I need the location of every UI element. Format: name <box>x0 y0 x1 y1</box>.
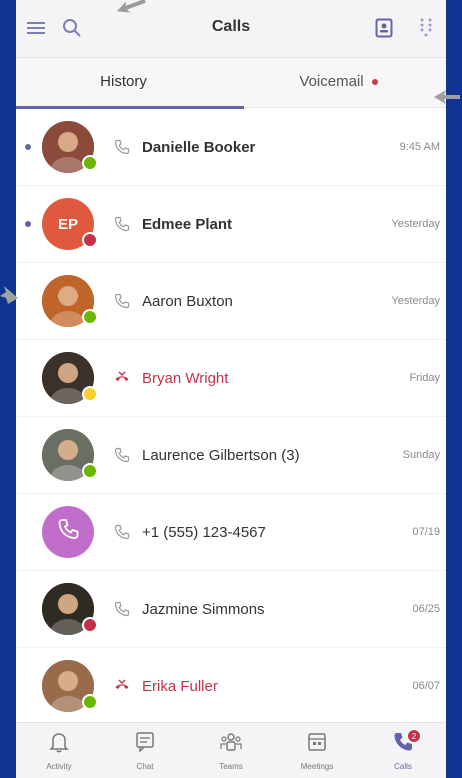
notification-badge: 2 <box>407 729 421 743</box>
voicemail-unread-dot <box>371 79 378 86</box>
avatar-initials-text: EP <box>57 215 78 233</box>
call-timestamp: Yesterday <box>391 295 440 307</box>
nav-label: Activity <box>46 761 72 771</box>
calls-screen: Calls History Voicemail Danielle Booker 9… <box>16 0 446 778</box>
call-icon <box>112 214 132 234</box>
nav-label: Chat <box>136 761 154 771</box>
presence-available-indicator <box>82 694 98 710</box>
nav-activity[interactable]: Activity <box>16 723 102 778</box>
nav-meetings[interactable]: Meetings <box>274 723 360 778</box>
missed-call-icon <box>112 368 132 388</box>
contact-name: Laurence Gilbertson (3) <box>142 446 300 464</box>
call-history-row[interactable]: Bryan Wright Friday <box>16 340 446 417</box>
tab-history-label: History <box>100 73 147 90</box>
call-timestamp: Yesterday <box>391 218 440 230</box>
call-icon <box>112 522 132 542</box>
call-icon <box>112 445 132 465</box>
contact-name: Bryan Wright <box>142 369 229 387</box>
call-history-row[interactable]: Erika Fuller 06/07 <box>16 648 446 725</box>
call-timestamp: 06/25 <box>412 603 440 615</box>
call-timestamp: 06/07 <box>412 680 440 692</box>
call-timestamp: Friday <box>409 372 440 384</box>
bottom-navigation: Activity Chat Teams Meetings 2 Calls <box>16 722 446 778</box>
contact-card-icon[interactable] <box>370 14 398 42</box>
contact-name: Jazmine Simmons <box>142 600 265 618</box>
presence-available-indicator <box>82 309 98 325</box>
presence-busy-indicator <box>82 232 98 248</box>
contact-name: +1 (555) 123-4567 <box>142 523 266 541</box>
call-timestamp: 07/19 <box>412 526 440 538</box>
teams-icon <box>219 731 243 758</box>
call-history-list: Danielle Booker 9:45 AM EP Edmee Plant Yeste… <box>16 109 446 725</box>
phone-avatar-icon <box>55 517 81 548</box>
annotation-arrow-icon <box>434 90 460 104</box>
call-history-row[interactable]: Laurence Gilbertson (3) Sunday <box>16 417 446 494</box>
contact-name: Aaron Buxton <box>142 292 233 310</box>
presence-busy-indicator <box>82 617 98 633</box>
phone-number-avatar[interactable] <box>42 506 94 558</box>
contact-name: Edmee Plant <box>142 215 233 233</box>
chat-icon <box>135 731 155 758</box>
presence-available-indicator <box>82 155 98 171</box>
unread-indicator <box>25 221 31 227</box>
missed-call-icon <box>112 676 132 696</box>
unread-indicator <box>25 144 31 150</box>
call-history-row[interactable]: +1 (555) 123-4567 07/19 <box>16 494 446 571</box>
presence-available-indicator <box>82 463 98 479</box>
call-icon <box>112 599 132 619</box>
call-timestamp: 9:45 AM <box>399 141 440 153</box>
nav-label: Calls <box>394 761 412 771</box>
top-app-bar: Calls <box>16 0 446 58</box>
annotation-arrow-icon <box>0 286 18 304</box>
calendar-icon <box>307 731 327 758</box>
call-history-row[interactable]: Danielle Booker 9:45 AM <box>16 109 446 186</box>
call-history-row[interactable]: Jazmine Simmons 06/25 <box>16 571 446 648</box>
call-history-row[interactable]: Aaron Buxton Yesterday <box>16 263 446 340</box>
tab-voicemail-label: Voicemail <box>299 73 364 90</box>
nav-calls[interactable]: 2 Calls <box>360 723 446 778</box>
call-icon <box>112 291 132 311</box>
annotation-arrow-icon <box>116 0 146 13</box>
nav-teams[interactable]: Teams <box>188 723 274 778</box>
dialpad-icon[interactable] <box>412 14 440 42</box>
contact-name: Danielle Booker <box>142 138 256 156</box>
contact-name: Erika Fuller <box>142 677 218 695</box>
presence-away-indicator <box>82 386 98 402</box>
nav-label: Teams <box>219 761 243 771</box>
bell-icon <box>49 731 69 758</box>
nav-chat[interactable]: Chat <box>102 723 188 778</box>
tab-voicemail[interactable]: Voicemail <box>231 58 446 107</box>
tab-history[interactable]: History <box>16 58 231 107</box>
call-tabs: History Voicemail <box>16 58 446 109</box>
call-timestamp: Sunday <box>402 449 440 461</box>
call-history-row[interactable]: EP Edmee Plant Yesterday <box>16 186 446 263</box>
nav-label: Meetings <box>300 761 334 771</box>
call-icon <box>112 137 132 157</box>
